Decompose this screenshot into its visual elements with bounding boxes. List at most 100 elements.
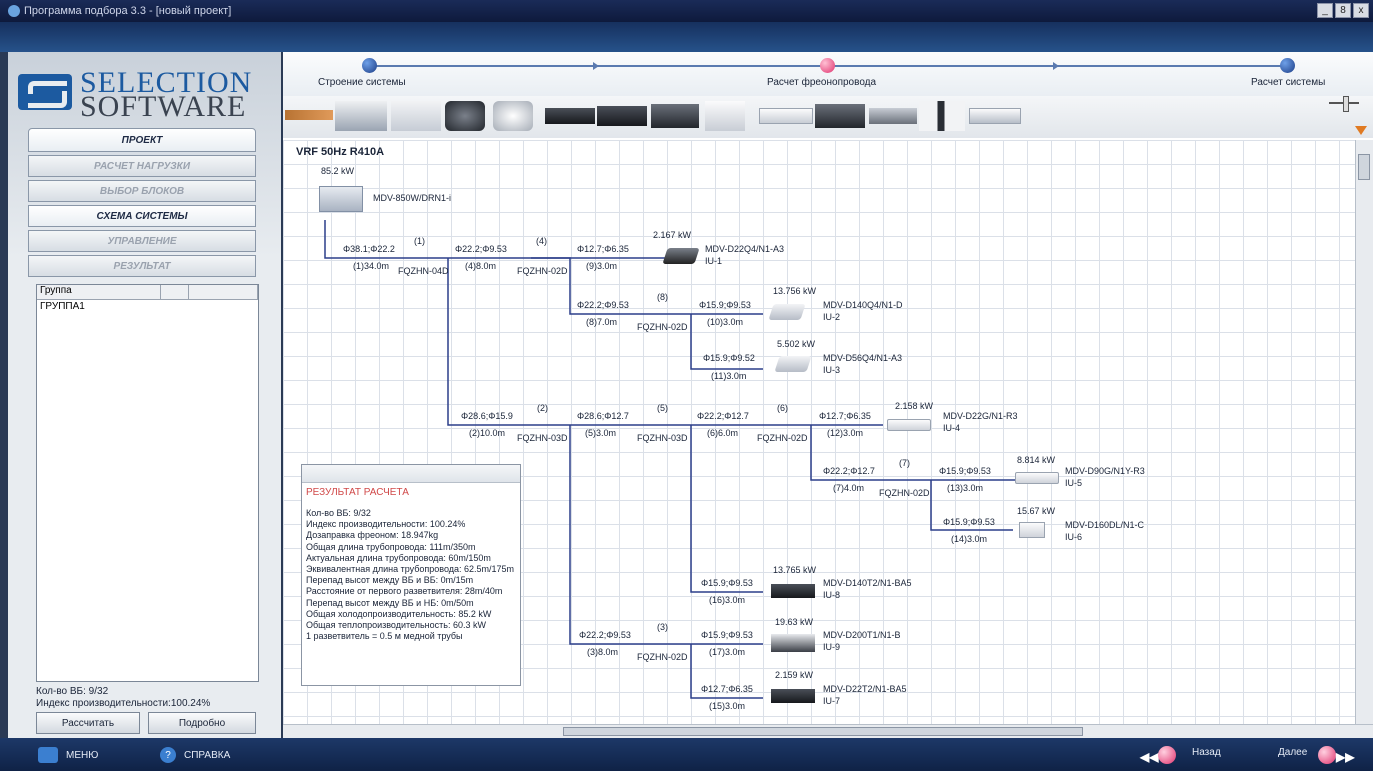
branch-model[interactable]: FQZHN-02D [517, 266, 568, 276]
step3-dot[interactable] [1280, 58, 1295, 73]
unit-palette-toolbar [283, 96, 1373, 138]
close-button[interactable]: x [1353, 3, 1369, 18]
nav-result[interactable]: РЕЗУЛЬТАТ [28, 255, 256, 277]
pipe-label: Φ12.7;Φ6.35 [819, 411, 871, 421]
indoor-unit-iu2[interactable] [768, 304, 806, 320]
pipe-tool-icon[interactable] [285, 110, 333, 120]
indoor-unit-iu9[interactable] [771, 634, 815, 652]
pipe-label: Φ15.9;Φ9.53 [701, 578, 753, 588]
calculate-button[interactable]: Рассчитать [36, 712, 140, 734]
branch-model[interactable]: FQZHN-02D [637, 652, 688, 662]
indoor-model: MDV-D22Q4/N1-A3 [705, 244, 785, 254]
indoor-model: MDV-D200T1/N1-B [823, 630, 901, 640]
indoor-id: IU-4 [943, 423, 961, 433]
cassette-tool-icon[interactable] [493, 101, 533, 131]
pipe-label: Φ15.9;Φ9.53 [943, 517, 995, 527]
top-band [0, 22, 1373, 52]
result-line: 1 разветвитель = 0.5 м медной трубы [306, 631, 463, 642]
indoor-unit-iu8[interactable] [771, 584, 815, 598]
ceiling2-tool-icon[interactable] [969, 108, 1021, 124]
console-tool-icon[interactable] [705, 101, 745, 131]
branch-model[interactable]: FQZHN-04D [398, 266, 449, 276]
result-line: Общая холодопроизводительность: 85.2 kW [306, 608, 492, 619]
pipe-label: (8)7.0m [586, 317, 618, 327]
floor-standing-tool-icon[interactable] [919, 101, 965, 131]
bc-box-tool-icon[interactable] [391, 101, 441, 131]
indoor-unit-iu1[interactable] [662, 248, 700, 264]
pipe-label: (11)3.0m [711, 371, 747, 381]
indoor-unit-iu6[interactable] [1019, 522, 1045, 538]
duct-tool-icon[interactable] [545, 108, 595, 124]
pipe-label: Φ22.2;Φ9.53 [455, 244, 507, 254]
group-column-header[interactable]: Группа [37, 285, 161, 299]
duct2-tool-icon[interactable] [597, 106, 647, 126]
indoor-model: MDV-D140T2/N1-BA5 [823, 578, 912, 588]
pipe-label: (7)4.0m [833, 483, 865, 493]
wall-unit-tool-icon[interactable] [759, 108, 813, 124]
duct4-tool-icon[interactable] [815, 104, 865, 128]
branch-model[interactable]: FQZHN-02D [879, 488, 930, 498]
indoor-unit-iu7[interactable] [771, 689, 815, 703]
group-list[interactable]: Группа ГРУППА1 [36, 284, 259, 682]
scrollbar-thumb[interactable] [563, 727, 1083, 736]
fast-forward-icon: ▶▶ [1336, 750, 1355, 764]
expand-triangle-icon[interactable] [1355, 126, 1367, 135]
cassette-dark-tool-icon[interactable] [445, 101, 485, 131]
step1-dot[interactable] [362, 58, 377, 73]
column-header-3[interactable] [189, 285, 258, 299]
ceiling-tool-icon[interactable] [869, 108, 917, 124]
list-item[interactable]: ГРУППА1 [37, 300, 258, 314]
system-type-label: VRF 50Hz R410A [296, 146, 385, 158]
pipe-label: (13)3.0m [947, 483, 984, 493]
back-button[interactable] [1158, 746, 1176, 764]
outdoor-unit-tool-icon[interactable] [335, 101, 387, 131]
next-label[interactable]: Далее [1278, 747, 1307, 758]
vertical-scrollbar[interactable] [1355, 140, 1373, 724]
horizontal-scrollbar[interactable] [283, 724, 1373, 738]
minimize-button[interactable]: _ [1317, 3, 1333, 18]
back-label[interactable]: Назад [1192, 747, 1221, 758]
indoor-unit-iu3[interactable] [774, 356, 812, 372]
pipe-label: Φ15.9;Φ9.53 [701, 630, 753, 640]
zoom-slider[interactable] [1329, 96, 1359, 112]
step1-label[interactable]: Строение системы [318, 77, 406, 88]
step2-label[interactable]: Расчет фреонопровода [767, 77, 876, 88]
maximize-button[interactable]: 8 [1335, 3, 1351, 18]
menu-button[interactable]: МЕНЮ [38, 747, 98, 763]
indoor-id: IU-1 [705, 256, 723, 266]
nav-system-scheme[interactable]: СХЕМА СИСТЕМЫ [28, 205, 256, 227]
nav-project[interactable]: ПРОЕКТ [28, 128, 256, 152]
indoor-kw: 19.63 kW [775, 617, 814, 627]
next-button[interactable] [1318, 746, 1336, 764]
scrollbar-thumb[interactable] [1358, 154, 1370, 180]
app-icon [8, 5, 20, 17]
nav-load-calc[interactable]: РАСЧЕТ НАГРУЗКИ [28, 155, 256, 177]
duct3-tool-icon[interactable] [651, 104, 699, 128]
nav-unit-select[interactable]: ВЫБОР БЛОКОВ [28, 180, 256, 202]
indoor-unit-iu5[interactable] [1015, 472, 1059, 484]
step3-label[interactable]: Расчет системы [1251, 77, 1325, 88]
result-line: Перепад высот между ВБ и НБ: 0m/50m [306, 597, 474, 608]
pipe-label: Φ28.6;Φ15.9 [461, 411, 513, 421]
branch-model[interactable]: FQZHN-02D [637, 322, 688, 332]
pipe-label: Φ12.7;Φ6.35 [701, 684, 753, 694]
outdoor-unit[interactable] [319, 186, 363, 212]
branch-model[interactable]: FQZHN-02D [757, 433, 808, 443]
help-button[interactable]: ? СПРАВКА [160, 747, 230, 763]
step2-dot[interactable] [820, 58, 835, 73]
nav-control[interactable]: УПРАВЛЕНИЕ [28, 230, 256, 252]
branch-model[interactable]: FQZHN-03D [637, 433, 688, 443]
pipe-label: Φ22.2;Φ12.7 [823, 466, 875, 476]
branch-model[interactable]: FQZHN-03D [517, 433, 568, 443]
result-line: Эквивалентная длина трубопровода: 62.5m/… [306, 564, 515, 575]
pipe-diagram[interactable]: VRF 50Hz R410A 85.2 kW MDV-850W/DRN1-i Φ… [283, 140, 1355, 724]
result-line: Кол-во ВБ: 9/32 [306, 508, 371, 518]
calculation-result-panel: РЕЗУЛЬТАТ РАСЧЕТА Кол-во ВБ: 9/32 Индекс… [301, 464, 521, 686]
column-header-2[interactable] [161, 285, 189, 299]
selection-software-logo: SELECTION SOFTWARE [18, 64, 278, 124]
result-lines: Кол-во ВБ: 9/32 Индекс производительност… [302, 498, 520, 642]
left-status: Кол-во ВБ: 9/32 Индекс производительност… [36, 686, 266, 710]
indoor-unit-iu4[interactable] [887, 419, 931, 431]
pipe-label: (5)3.0m [585, 428, 617, 438]
details-button[interactable]: Подробно [148, 712, 256, 734]
